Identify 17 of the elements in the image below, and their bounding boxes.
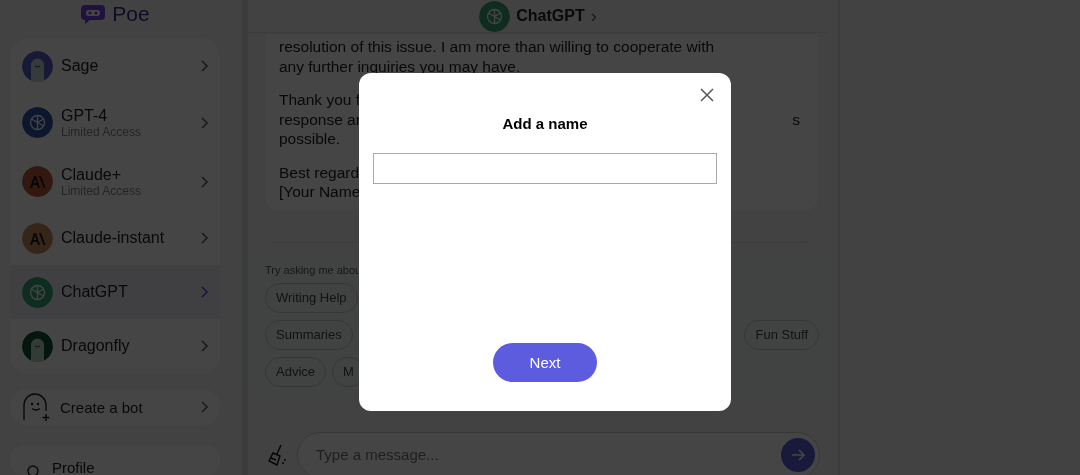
close-button[interactable] xyxy=(699,87,715,103)
dialog-title: Add a name xyxy=(502,115,588,132)
close-icon xyxy=(699,87,715,103)
message-text: any further inquiries you may have. xyxy=(279,56,521,76)
message-text: [Your Name xyxy=(279,182,361,202)
next-button[interactable]: Next xyxy=(493,343,597,382)
bot-name: GPT-4 xyxy=(61,106,109,125)
bot-name: Sage xyxy=(61,57,100,75)
bot-name: Claude+ xyxy=(61,165,123,184)
message-text: s xyxy=(792,109,800,129)
chat-title[interactable]: ChatGPT xyxy=(516,7,585,25)
name-field[interactable] xyxy=(373,153,717,184)
bot-name: Dragonfly xyxy=(61,337,131,355)
bot-name: ChatGPT xyxy=(61,283,129,301)
bot-name: Claude-instant xyxy=(61,229,166,247)
message-text: Best regard xyxy=(279,162,360,182)
message-text: possible. xyxy=(279,129,341,149)
